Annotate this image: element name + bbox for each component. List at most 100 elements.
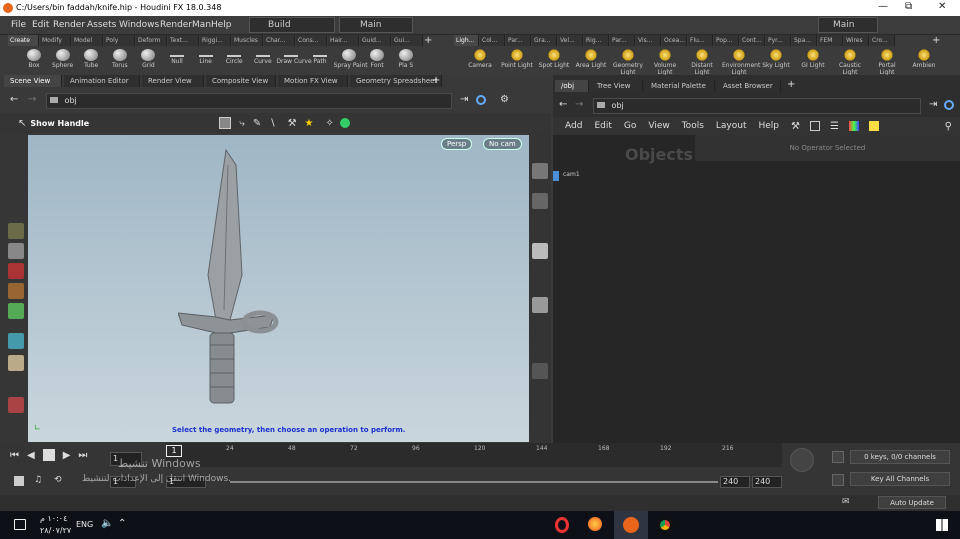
close-button[interactable]: ✕ (938, 1, 946, 12)
camera-menu[interactable]: No cam (483, 138, 522, 150)
network-menu-help[interactable]: Help (759, 121, 780, 131)
light-tool-6[interactable]: Distant Light (685, 48, 719, 76)
shelf-right-tab-5[interactable]: Rig... (584, 35, 609, 46)
key-mode-icon[interactable] (832, 474, 844, 486)
shelf-tool-7[interactable]: Circle (219, 48, 249, 75)
wrench-icon[interactable]: ⚒ (791, 121, 800, 132)
left-tab-4[interactable]: Motion FX View (278, 75, 348, 87)
menu-render[interactable]: Render (53, 20, 85, 30)
pin-icon[interactable]: ⇥ (460, 94, 468, 105)
shelf-right-tab-7[interactable]: Vis... (636, 35, 661, 46)
scale-tool-icon[interactable] (8, 283, 24, 299)
light-tool-10[interactable]: Caustic Light (833, 48, 867, 76)
shelf-tab-3[interactable]: Poly (104, 35, 135, 46)
shelf-tab-5[interactable]: Text... (168, 35, 199, 46)
left-path-field[interactable]: obj (46, 93, 452, 109)
range-end2-field[interactable]: 240 (752, 476, 782, 488)
network-menu-view[interactable]: View (648, 121, 669, 131)
left-pane-add-tab-icon[interactable]: + (432, 75, 440, 86)
playhead-frame[interactable]: 1 (166, 445, 182, 457)
select-mode-icon[interactable] (219, 117, 232, 129)
camera-tool-icon[interactable] (8, 397, 24, 413)
shelf-tool-12[interactable]: Font (362, 48, 392, 75)
rotate-tool-icon[interactable] (8, 263, 24, 279)
search-icon[interactable]: ⚲ (945, 121, 952, 132)
shelf-tool-6[interactable]: Line (191, 48, 221, 75)
shelf-tab-8[interactable]: Char... (264, 35, 295, 46)
left-tab-2[interactable]: Render View (142, 75, 204, 87)
shelf-right-tab-14[interactable]: FEM (818, 35, 843, 46)
jump-end-button[interactable]: ⏭ (78, 450, 87, 461)
shelf-tab-11[interactable]: Guid... (360, 35, 391, 46)
layout-select[interactable]: Main (339, 17, 413, 33)
keys-channels-button[interactable]: 0 keys, 0/0 channels (850, 450, 950, 464)
right-pin-icon[interactable]: ⇥ (929, 99, 937, 110)
knife-model[interactable] (178, 145, 288, 410)
shelf-right-tab-3[interactable]: Gra... (532, 35, 557, 46)
range-end-field[interactable]: 240 (720, 476, 750, 488)
display-options-icon[interactable] (532, 163, 548, 179)
minimize-button[interactable]: — (878, 1, 888, 12)
taskbar-date[interactable]: ٢٨/٠٧/٢٧ (40, 526, 71, 535)
stop-button[interactable] (42, 449, 55, 461)
laser-icon[interactable]: ∖ (269, 118, 275, 129)
light-icon[interactable] (532, 243, 548, 259)
key-all-channels-button[interactable]: Key All Channels (850, 472, 950, 486)
network-menu-add[interactable]: Add (565, 121, 582, 131)
lock-camera-icon[interactable] (532, 193, 548, 209)
show-hidden-icons[interactable]: ⌃ (118, 518, 126, 529)
shelf-right-tab-1[interactable]: Col... (480, 35, 505, 46)
play-button[interactable]: ▶ (63, 450, 71, 461)
right-link-icon[interactable] (944, 100, 954, 110)
shelf-tab-0[interactable]: Create (8, 35, 39, 46)
left-tab-5[interactable]: Geometry Spreadsheet (350, 75, 442, 87)
color-palette-icon[interactable] (848, 121, 859, 131)
shelf-right-tab-16[interactable]: Cro... (870, 35, 895, 46)
secure-icon[interactable] (339, 118, 350, 128)
shelf-tab-10[interactable]: Hair... (328, 35, 359, 46)
light-tool-2[interactable]: Spot Light (537, 48, 571, 75)
shelf-tab-6[interactable]: Riggi... (200, 35, 231, 46)
right-forward-arrow-icon[interactable]: → (575, 99, 583, 110)
wireframe-icon[interactable] (532, 363, 548, 379)
light-tool-0[interactable]: Camera (463, 48, 497, 75)
shelf-tab-4[interactable]: Deform (136, 35, 167, 46)
houdini-taskbar-icon[interactable] (614, 511, 648, 539)
shelf-tool-5[interactable]: Null (162, 48, 192, 75)
shelf-right-tab-10[interactable]: Pop... (714, 35, 739, 46)
lasso-icon[interactable]: ⤷ (239, 118, 245, 129)
handle-arrow-icon[interactable]: ↖ (18, 118, 26, 129)
light-tool-8[interactable]: Sky Light (759, 48, 793, 75)
auto-update-button[interactable]: Auto Update (878, 496, 946, 509)
right-pane-add-tab-icon[interactable]: + (787, 79, 795, 90)
light-tool-5[interactable]: Volume Light (648, 48, 682, 76)
right-tab-2[interactable]: Material Palette (645, 80, 715, 92)
notification-icon[interactable] (14, 519, 26, 530)
chat-icon[interactable]: ✉ (842, 497, 850, 507)
light-tool-12[interactable]: Ambien (907, 48, 941, 75)
play-reverse-button[interactable]: ◀ (27, 450, 35, 461)
forward-arrow-icon[interactable]: → (28, 94, 36, 105)
range-slider[interactable] (230, 481, 718, 483)
pose-tool-icon[interactable] (8, 333, 24, 349)
shelf-tool-8[interactable]: Curve (248, 48, 278, 75)
right-tab-0[interactable]: /obj (555, 80, 589, 92)
right-tab-3[interactable]: Asset Browser (717, 80, 781, 92)
shelf-tool-4[interactable]: Grid (133, 48, 163, 75)
taskbar-time[interactable]: ١٠:٠٤ م (40, 514, 67, 523)
network-menu-go[interactable]: Go (624, 121, 636, 131)
settings-icon[interactable]: ⚙ (500, 94, 509, 105)
language-indicator[interactable]: ENG (76, 520, 93, 529)
node-cam1-label[interactable]: cam1 (563, 171, 580, 178)
shelf-right-tab-6[interactable]: Par... (610, 35, 635, 46)
restore-button[interactable]: ⧉ (905, 1, 912, 12)
opera-icon[interactable] (555, 517, 569, 533)
app-icon[interactable] (588, 517, 602, 531)
chrome-icon[interactable] (657, 517, 673, 533)
shelf-right-tab-4[interactable]: Vel... (558, 35, 583, 46)
move-tool-icon[interactable] (8, 243, 24, 259)
shelf-right-add-tab-icon[interactable]: + (932, 35, 940, 46)
light-tool-1[interactable]: Point Light (500, 48, 534, 75)
right-tab-1[interactable]: Tree View (591, 80, 643, 92)
view-tool-icon[interactable] (8, 355, 24, 371)
